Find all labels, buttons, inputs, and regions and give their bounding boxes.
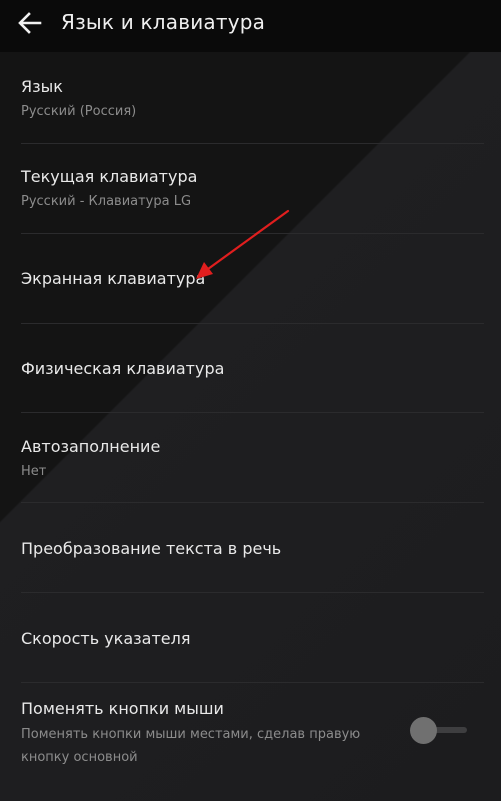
arrow-left-icon bbox=[18, 12, 42, 34]
setting-subtitle: Русский - Клавиатура LG bbox=[21, 194, 192, 209]
setting-subtitle: Поменять кнопки мыши местами, сделав пра… bbox=[21, 727, 361, 765]
setting-subtitle: Нет bbox=[21, 464, 47, 479]
setting-title: Язык bbox=[21, 77, 63, 96]
setting-item-current-keyboard[interactable]: Текущая клавиатура Русский - Клавиатура … bbox=[0, 144, 501, 233]
toggle-knob[interactable] bbox=[410, 717, 437, 744]
setting-item-autofill[interactable]: Автозаполнение Нет bbox=[0, 413, 501, 502]
setting-item-text-to-speech[interactable]: Преобразование текста в речь bbox=[0, 503, 501, 592]
app-bar: Язык и клавиатура bbox=[0, 0, 501, 52]
setting-item-onscreen-keyboard[interactable]: Экранная клавиатура bbox=[0, 234, 501, 323]
setting-title: Поменять кнопки мыши bbox=[21, 699, 224, 718]
setting-title: Физическая клавиатура bbox=[21, 359, 225, 378]
setting-title: Экранная клавиатура bbox=[21, 269, 206, 288]
page-title: Язык и клавиатура bbox=[61, 10, 266, 34]
setting-title: Автозаполнение bbox=[21, 437, 161, 456]
setting-title: Преобразование текста в речь bbox=[21, 539, 282, 558]
settings-screen: Язык и клавиатура Язык Русский (Россия) … bbox=[0, 0, 501, 801]
setting-subtitle: Русский (Россия) bbox=[21, 104, 137, 119]
setting-item-language[interactable]: Язык Русский (Россия) bbox=[0, 53, 501, 143]
setting-title: Текущая клавиатура bbox=[21, 167, 198, 186]
back-button[interactable] bbox=[10, 6, 50, 46]
setting-item-pointer-speed[interactable]: Скорость указателя bbox=[0, 593, 501, 682]
setting-title: Скорость указателя bbox=[21, 629, 191, 648]
setting-item-physical-keyboard[interactable]: Физическая клавиатура bbox=[0, 324, 501, 412]
